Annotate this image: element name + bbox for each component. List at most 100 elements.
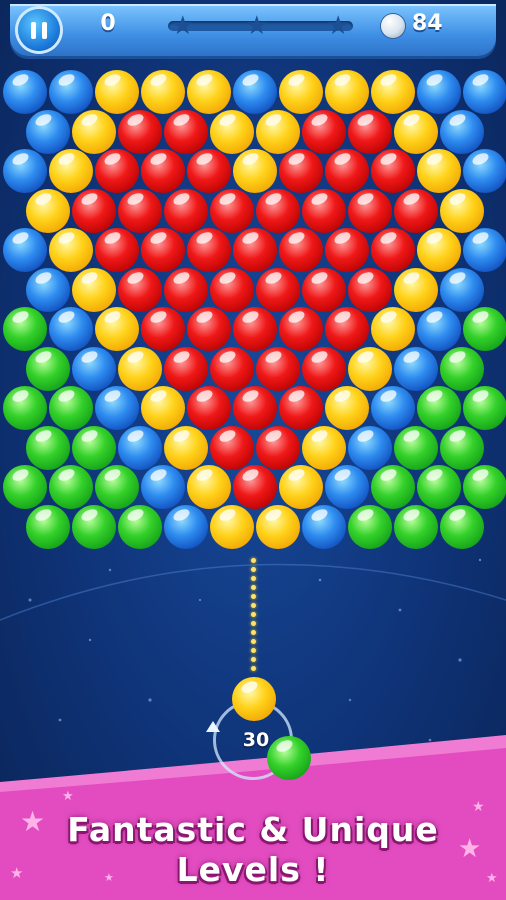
red-bubble: [348, 109, 392, 154]
red-bubble: [72, 188, 116, 233]
red-bubble: [302, 346, 346, 391]
pause-icon: [42, 21, 47, 39]
progress-star-icon: ★: [171, 11, 195, 41]
red-bubble: [141, 149, 185, 193]
red-bubble: [371, 149, 415, 193]
green-bubble: [463, 386, 506, 430]
blue-bubble: [302, 504, 346, 549]
red-bubble: [210, 267, 254, 312]
yellow-bubble: [95, 70, 139, 114]
yellow-bubble: [72, 267, 116, 312]
green-bubble: [348, 504, 392, 549]
green-bubble: [463, 465, 506, 509]
yellow-bubble: [141, 70, 185, 114]
yellow-bubble: [417, 149, 461, 193]
green-bubble: [417, 465, 461, 509]
green-bubble: [394, 425, 438, 470]
yellow-bubble: [348, 346, 392, 391]
red-bubble: [187, 386, 231, 430]
blue-bubble: [371, 386, 415, 430]
progress-star-icon: ★: [245, 11, 269, 41]
red-bubble: [233, 465, 277, 509]
blue-bubble: [348, 425, 392, 470]
red-bubble: [279, 149, 323, 193]
blue-bubble: [26, 109, 70, 154]
blue-bubble: [3, 70, 47, 114]
red-bubble: [256, 425, 300, 470]
blue-bubble: [49, 307, 93, 351]
yellow-bubble: [371, 307, 415, 351]
next-ball[interactable]: [267, 736, 311, 780]
green-bubble: [26, 425, 70, 470]
red-bubble: [325, 149, 369, 193]
green-bubble: [394, 504, 438, 549]
aim-dot: [251, 558, 256, 563]
red-bubble: [233, 228, 277, 272]
yellow-bubble: [325, 386, 369, 430]
swap-arrow-icon[interactable]: [206, 721, 220, 732]
red-bubble: [164, 109, 208, 154]
green-bubble: [118, 504, 162, 549]
yellow-bubble: [118, 346, 162, 391]
red-bubble: [348, 267, 392, 312]
blue-bubble: [141, 465, 185, 509]
blue-bubble: [417, 70, 461, 114]
pause-icon: [31, 21, 36, 39]
red-bubble: [256, 267, 300, 312]
green-bubble: [49, 465, 93, 509]
red-bubble: [141, 228, 185, 272]
red-bubble: [279, 307, 323, 351]
aim-dot: [251, 666, 256, 671]
green-bubble: [26, 346, 70, 391]
blue-bubble: [72, 346, 116, 391]
current-ball: [232, 677, 276, 721]
green-bubble: [463, 307, 506, 351]
red-bubble: [325, 228, 369, 272]
pause-button[interactable]: [18, 9, 60, 51]
blue-bubble: [463, 149, 506, 193]
red-bubble: [233, 307, 277, 351]
yellow-bubble: [371, 70, 415, 114]
score-value: 0: [100, 11, 116, 36]
yellow-bubble: [302, 425, 346, 470]
aim-dot: [251, 585, 256, 590]
aim-dot: [251, 639, 256, 644]
yellow-bubble: [210, 109, 254, 154]
aim-dot: [251, 657, 256, 662]
white-ball-icon: [381, 14, 405, 38]
red-bubble: [95, 149, 139, 193]
red-bubble: [302, 267, 346, 312]
red-bubble: [187, 149, 231, 193]
blue-bubble: [394, 346, 438, 391]
yellow-bubble: [394, 267, 438, 312]
yellow-bubble: [72, 109, 116, 154]
red-bubble: [95, 228, 139, 272]
green-bubble: [95, 465, 139, 509]
red-bubble: [256, 188, 300, 233]
balls-remaining: 84: [412, 11, 443, 36]
aim-dot: [251, 621, 256, 626]
green-bubble: [3, 386, 47, 430]
yellow-bubble: [233, 149, 277, 193]
blue-bubble: [440, 109, 484, 154]
red-bubble: [164, 267, 208, 312]
red-bubble: [256, 346, 300, 391]
blue-bubble: [233, 70, 277, 114]
aim-dot: [251, 576, 256, 581]
red-bubble: [164, 346, 208, 391]
blue-bubble: [463, 228, 506, 272]
progress-star-icon: ★: [326, 11, 350, 41]
red-bubble: [348, 188, 392, 233]
green-bubble: [371, 465, 415, 509]
red-bubble: [141, 307, 185, 351]
green-bubble: [49, 386, 93, 430]
green-bubble: [72, 504, 116, 549]
aim-dot: [251, 612, 256, 617]
blue-bubble: [26, 267, 70, 312]
yellow-bubble: [325, 70, 369, 114]
yellow-bubble: [210, 504, 254, 549]
green-bubble: [440, 504, 484, 549]
red-bubble: [118, 188, 162, 233]
yellow-bubble: [95, 307, 139, 351]
red-bubble: [210, 425, 254, 470]
